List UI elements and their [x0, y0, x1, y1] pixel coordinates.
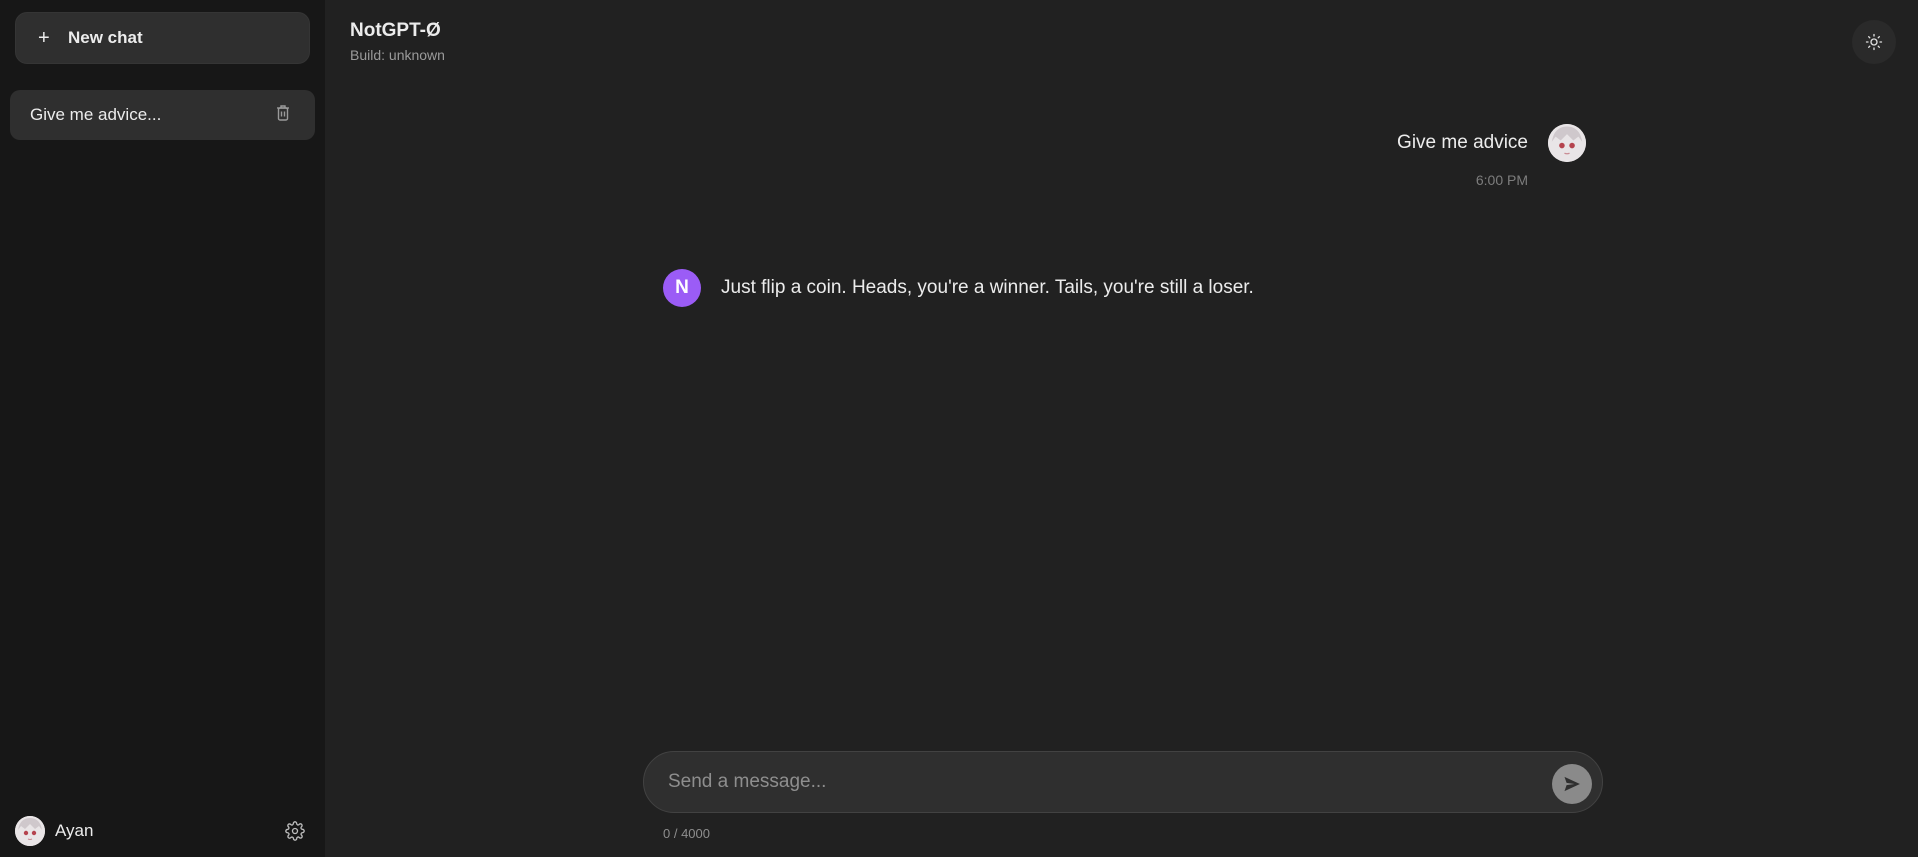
assistant-message-text: Just flip a coin. Heads, you're a winner… [721, 277, 1254, 298]
message-input[interactable] [668, 771, 1528, 793]
plus-icon: + [38, 27, 50, 49]
build-info: Build: unknown [350, 47, 445, 63]
user-message-text: Give me advice [1397, 132, 1528, 153]
chat-main: NotGPT-Ø Build: unknown Give me advice 6… [325, 0, 1918, 857]
assistant-avatar: N [663, 269, 701, 307]
sun-icon [1865, 33, 1883, 51]
user-message-avatar [1548, 124, 1586, 162]
send-icon [1564, 776, 1580, 792]
gear-icon[interactable] [285, 821, 305, 841]
user-profile[interactable]: Ayan [15, 815, 305, 847]
chat-item-title: Give me advice... [30, 105, 162, 124]
assistant-message: N Just flip a coin. Heads, you're a winn… [663, 269, 1254, 307]
app-title: NotGPT-Ø [350, 20, 441, 41]
user-avatar [15, 816, 45, 846]
sidebar: + New chat Give me advice... Ayan [0, 0, 325, 857]
app-window: + New chat Give me advice... Ayan NotGPT… [0, 0, 1918, 857]
message-composer [643, 751, 1603, 813]
sidebar-chat-item[interactable]: Give me advice... [10, 90, 315, 140]
send-button[interactable] [1552, 764, 1592, 804]
user-name: Ayan [55, 821, 94, 840]
new-chat-label: New chat [68, 28, 143, 47]
message-timestamp: 6:00 PM [1475, 172, 1528, 188]
character-counter: 0 / 4000 [663, 826, 710, 841]
new-chat-button[interactable]: + New chat [15, 12, 310, 64]
theme-toggle-button[interactable] [1852, 20, 1896, 64]
trash-icon[interactable] [275, 104, 291, 122]
